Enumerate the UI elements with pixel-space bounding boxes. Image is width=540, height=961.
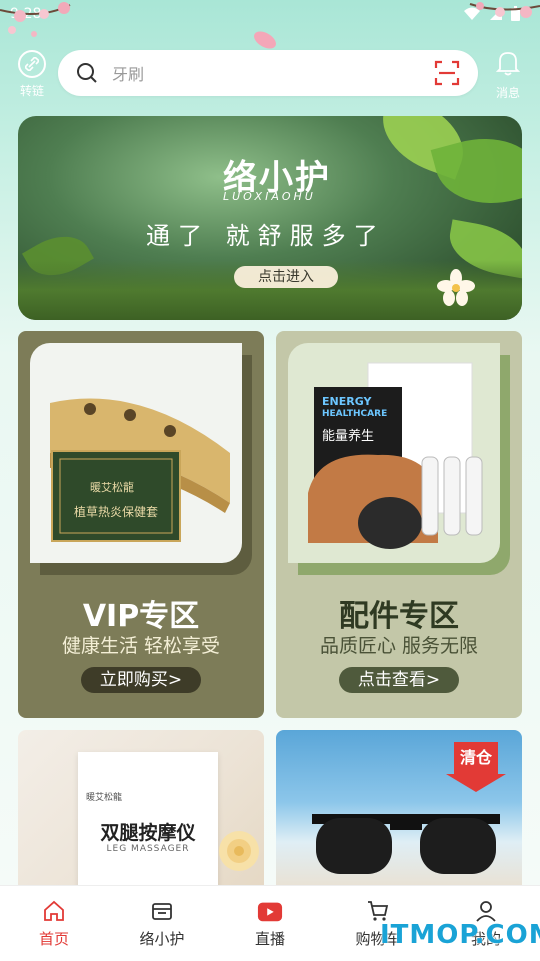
live-tv-icon: [257, 898, 283, 924]
leg-massager-box: 暖艾松龍 双腿按摩仪 LEG MASSAGER: [78, 752, 218, 890]
vip-box-text-1: 暖艾松龍: [90, 481, 134, 494]
scan-icon[interactable]: [434, 60, 460, 86]
flower-icon: [437, 269, 475, 306]
vip-zone-card[interactable]: 暖艾松龍 植草热炎保健套 VIP专区 健康生活 轻松享受 立即购买>: [18, 331, 264, 718]
link-icon: [18, 50, 46, 78]
nav-store-label: 络小护: [139, 930, 185, 948]
search-bar[interactable]: [58, 50, 478, 96]
watermark: ITMOP.COM: [380, 920, 540, 950]
bell-icon: [495, 52, 521, 76]
clearance-tag: 清仓: [454, 742, 498, 774]
home-icon: [41, 898, 67, 924]
accessory-zone-title: 配件专区: [339, 599, 459, 634]
search-icon: [77, 63, 97, 83]
accessory-product-image: ENERGY HEALTHCARE 能量养生: [288, 343, 500, 563]
nav-live[interactable]: 直播: [216, 886, 324, 961]
hero-banner[interactable]: 络小护 LUOXIAOHU 通了 就舒服多了 点击进入: [18, 116, 522, 320]
nav-home[interactable]: 首页: [0, 886, 108, 961]
blossom-decoration-right: [469, 2, 540, 18]
vip-zone-title: VIP专区: [82, 599, 200, 634]
vip-buy-now-button[interactable]: 立即购买>: [81, 667, 201, 693]
accessory-box-text-2: HEALTHCARE: [322, 409, 388, 419]
banner-brand-sub: LUOXIAOHU: [223, 190, 316, 203]
rose-decoration: [219, 831, 259, 871]
sunglasses-image: [312, 814, 500, 874]
messages-button[interactable]: 消息: [486, 50, 530, 101]
accessory-zone-card[interactable]: ENERGY HEALTHCARE 能量养生 配件专区 品质匠心 服务无限 点击…: [276, 331, 522, 718]
search-input[interactable]: [110, 60, 414, 88]
product-card-leg-massager[interactable]: 暖艾松龍 双腿按摩仪 LEG MASSAGER: [18, 730, 264, 890]
nav-live-label: 直播: [254, 930, 285, 948]
petal-decoration: [254, 31, 276, 49]
messages-label: 消息: [495, 86, 520, 100]
accessory-box-text-3: 能量养生: [322, 429, 375, 444]
banner-slogan: 通了 就舒服多了: [146, 222, 386, 250]
accessory-box-text-1: ENERGY: [322, 395, 372, 408]
leg-massager-subtitle: LEG MASSAGER: [106, 844, 190, 854]
convert-link-button[interactable]: 转链: [12, 50, 52, 99]
nav-home-label: 首页: [38, 930, 69, 948]
accessory-product-illustration: [308, 362, 483, 549]
accessory-zone-subtitle: 品质匠心 服务无限: [319, 635, 479, 657]
vip-box-text-2: 植草热炎保健套: [74, 505, 159, 519]
store-icon: [149, 898, 175, 924]
leg-massager-logo: 暖艾松龍: [86, 793, 123, 803]
leg-massager-title: 双腿按摩仪: [100, 822, 196, 844]
vip-product-image: 暖艾松龍 植草热炎保健套: [30, 343, 242, 563]
product-card-sunglasses[interactable]: 清仓: [276, 730, 522, 890]
vip-zone-subtitle: 健康生活 轻松享受: [61, 635, 221, 657]
convert-link-label: 转链: [19, 84, 44, 98]
accessory-view-button[interactable]: 点击查看>: [339, 667, 459, 693]
clearance-tag-arrow: [446, 774, 506, 792]
vip-product-illustration: [50, 398, 230, 542]
nav-store[interactable]: 络小护: [108, 886, 216, 961]
banner-enter-button[interactable]: 点击进入: [234, 266, 338, 288]
